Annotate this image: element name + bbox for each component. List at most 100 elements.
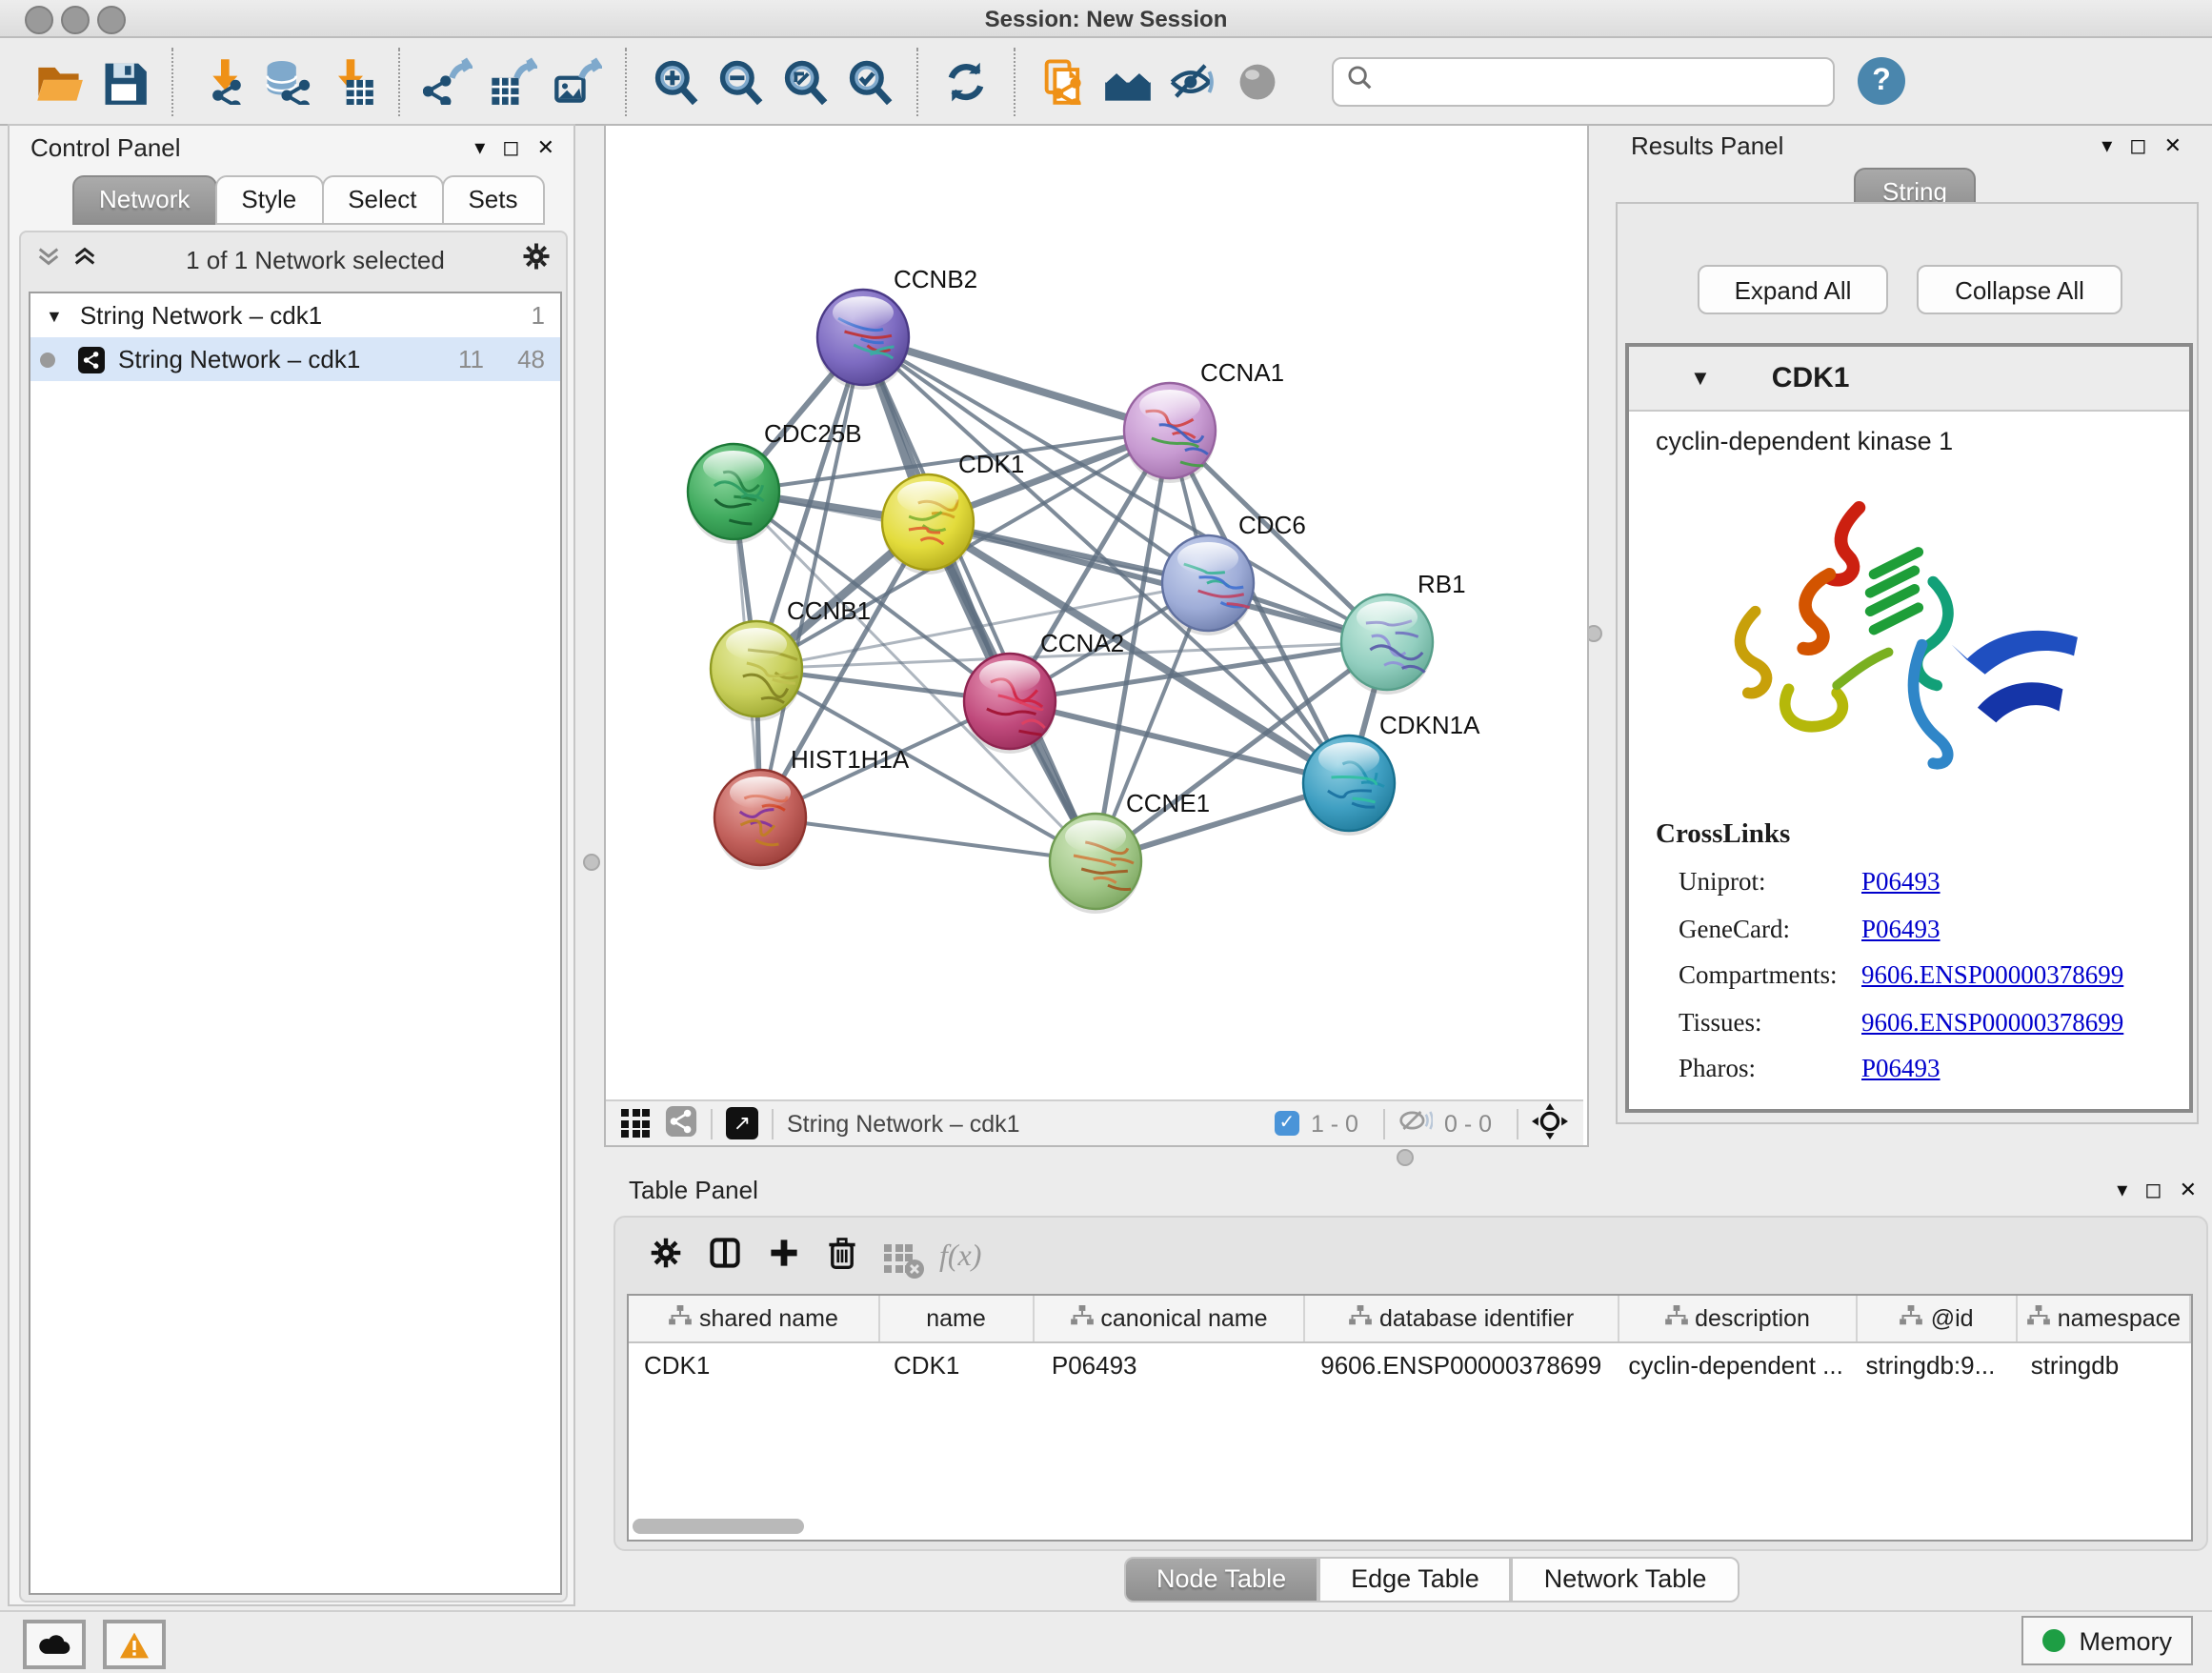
edge-count: 1 [484, 301, 545, 330]
control-panel-close-icon[interactable]: ✕ [537, 135, 554, 160]
expand-all-networks-icon[interactable] [72, 244, 97, 274]
table-cell[interactable]: cyclin-dependent ... [1613, 1343, 1850, 1387]
add-column-icon[interactable] [768, 1237, 800, 1279]
search-field[interactable] [1374, 66, 1821, 96]
save-session-icon[interactable] [91, 50, 156, 111]
protein-node-CCNB1[interactable]: CCNB1 [711, 596, 871, 721]
export-image-icon[interactable] [545, 50, 610, 111]
crosslink-value-link[interactable]: P06493 [1861, 914, 1941, 944]
selected-filter-checkbox[interactable]: ✓ [1275, 1111, 1299, 1136]
table-panel-close-icon[interactable]: ✕ [2180, 1178, 2197, 1202]
control-panel-float-icon[interactable]: ▾ [474, 135, 485, 160]
table-cell[interactable]: stringdb:9... [1850, 1343, 2015, 1387]
delete-column-trash-icon[interactable] [827, 1237, 857, 1279]
network-edge[interactable] [863, 337, 1170, 431]
network-view-status-bar: ↗ String Network – cdk1 ✓ 1 - 0 0 - 0 [606, 1099, 1583, 1145]
protein-node-HIST1H1A[interactable]: HIST1H1A [714, 745, 910, 870]
table-row[interactable]: CDK1CDK1P064939606.ENSP00000378699cyclin… [629, 1343, 2191, 1387]
protein-node-RB1[interactable]: RB1 [1341, 570, 1466, 695]
refresh-icon[interactable] [934, 50, 998, 111]
node-table-container: f(x) shared namenamecanonical namedataba… [613, 1216, 2208, 1551]
protein-node-CCNE1[interactable]: CCNE1 [1050, 789, 1210, 914]
bottom-splitter-handle[interactable] [1397, 1149, 1414, 1166]
string-results-container: Expand All Collapse All ▼ CDK1 cyclin-de… [1616, 202, 2199, 1124]
import-network-icon[interactable] [189, 50, 253, 111]
search-input[interactable] [1332, 56, 1835, 106]
left-splitter-handle[interactable] [583, 854, 600, 871]
protein-node-CCNA1[interactable]: CCNA1 [1124, 358, 1284, 483]
column-header-shared-name[interactable]: shared name [629, 1296, 880, 1341]
collapse-all-button[interactable]: Collapse All [1917, 265, 2122, 314]
crosslink-value-link[interactable]: P06493 [1861, 867, 1941, 897]
network-tree-item[interactable]: ▼String Network – cdk11 [30, 293, 560, 337]
crosslink-value-link[interactable]: 9606.ENSP00000378699 [1861, 960, 2123, 991]
column-header-name[interactable]: name [880, 1296, 1034, 1341]
results-panel-close-icon[interactable]: ✕ [2164, 133, 2182, 158]
first-neighbors-icon[interactable] [1096, 50, 1160, 111]
table-cell[interactable]: 9606.ENSP00000378699 [1305, 1343, 1613, 1387]
column-header-description[interactable]: description [1619, 1296, 1858, 1341]
tab-sets[interactable]: Sets [441, 175, 544, 225]
results-panel-maximize-icon[interactable]: ◻ [2129, 133, 2146, 158]
fit-selected-crosshair-icon[interactable] [1532, 1102, 1568, 1144]
zoom-in-icon[interactable] [642, 50, 707, 111]
tab-select[interactable]: Select [321, 175, 443, 225]
column-header-namespace[interactable]: namespace [2019, 1296, 2191, 1341]
crosslink-value-link[interactable]: P06493 [1861, 1054, 1941, 1084]
table-panel-float-icon[interactable]: ▾ [2117, 1178, 2127, 1202]
show-all-icon[interactable] [1225, 50, 1290, 111]
open-file-icon[interactable] [27, 50, 91, 111]
zoom-selected-icon[interactable] [836, 50, 901, 111]
table-cell[interactable]: CDK1 [629, 1343, 878, 1387]
export-network-icon[interactable] [415, 50, 480, 111]
column-header-canonical-name[interactable]: canonical name [1034, 1296, 1305, 1341]
export-table-icon[interactable] [480, 50, 545, 111]
protein-node-CDKN1A[interactable]: CDKN1A [1303, 711, 1480, 836]
memory-ok-indicator [2042, 1629, 2065, 1652]
birdseye-grid-icon[interactable] [621, 1109, 650, 1138]
tab-edge-table[interactable]: Edge Table [1318, 1557, 1512, 1602]
tab-style[interactable]: Style [214, 175, 323, 225]
cloud-status-button[interactable] [23, 1620, 86, 1669]
control-panel-maximize-icon[interactable]: ◻ [502, 135, 519, 160]
network-edge[interactable] [863, 337, 1096, 861]
tab-network[interactable]: Network [72, 175, 216, 225]
results-panel-float-icon[interactable]: ▾ [2101, 133, 2112, 158]
zoom-fit-icon[interactable] [772, 50, 836, 111]
delete-table-icon [884, 1243, 913, 1272]
network-view[interactable]: CCNB2 CCNA1 CDC25B CDK1 CDC6 RB1 CCNB1 [604, 124, 1589, 1147]
tab-node-table[interactable]: Node Table [1124, 1557, 1318, 1602]
tree-expander-icon[interactable]: ▼ [46, 306, 63, 325]
hide-selected-icon[interactable] [1160, 50, 1225, 111]
network-edge[interactable] [760, 817, 1096, 861]
table-panel-maximize-icon[interactable]: ◻ [2144, 1178, 2162, 1202]
crosslink-value-link[interactable]: 9606.ENSP00000378699 [1861, 1007, 2123, 1038]
network-options-gear-icon[interactable] [522, 242, 551, 276]
network-from-clipboard-icon[interactable] [1031, 50, 1096, 111]
column-header--id[interactable]: @id [1858, 1296, 2019, 1341]
zoom-out-icon[interactable] [707, 50, 772, 111]
table-options-gear-icon[interactable] [650, 1237, 682, 1279]
warning-status-button[interactable] [103, 1620, 166, 1669]
import-table-icon[interactable] [318, 50, 383, 111]
table-cell[interactable]: P06493 [1036, 1343, 1305, 1387]
network-share-icon[interactable] [665, 1104, 697, 1142]
network-tree-item[interactable]: String Network – cdk11148 [30, 337, 560, 381]
tab-network-table[interactable]: Network Table [1512, 1557, 1739, 1602]
table-cell[interactable]: stringdb [2016, 1343, 2191, 1387]
entry-collapse-arrow-icon[interactable]: ▼ [1690, 367, 1711, 390]
memory-button[interactable]: Memory [2021, 1616, 2193, 1665]
table-horizontal-scrollbar[interactable] [633, 1519, 804, 1534]
column-header-database-identifier[interactable]: database identifier [1306, 1296, 1619, 1341]
table-cell[interactable]: CDK1 [878, 1343, 1036, 1387]
open-in-window-icon[interactable]: ↗ [726, 1107, 758, 1139]
expand-all-button[interactable]: Expand All [1698, 265, 1888, 314]
column-tree-icon [1900, 1305, 1923, 1332]
node-table[interactable]: shared namenamecanonical namedatabase id… [627, 1294, 2193, 1542]
import-from-database-icon[interactable] [253, 50, 318, 111]
network-graph[interactable]: CCNB2 CCNA1 CDC25B CDK1 CDC6 RB1 CCNB1 [606, 126, 1583, 1099]
show-columns-icon[interactable] [709, 1237, 741, 1279]
collapse-all-networks-icon[interactable] [36, 244, 61, 274]
help-button[interactable]: ? [1858, 57, 1905, 105]
protein-node-CCNB2[interactable]: CCNB2 [817, 265, 977, 390]
